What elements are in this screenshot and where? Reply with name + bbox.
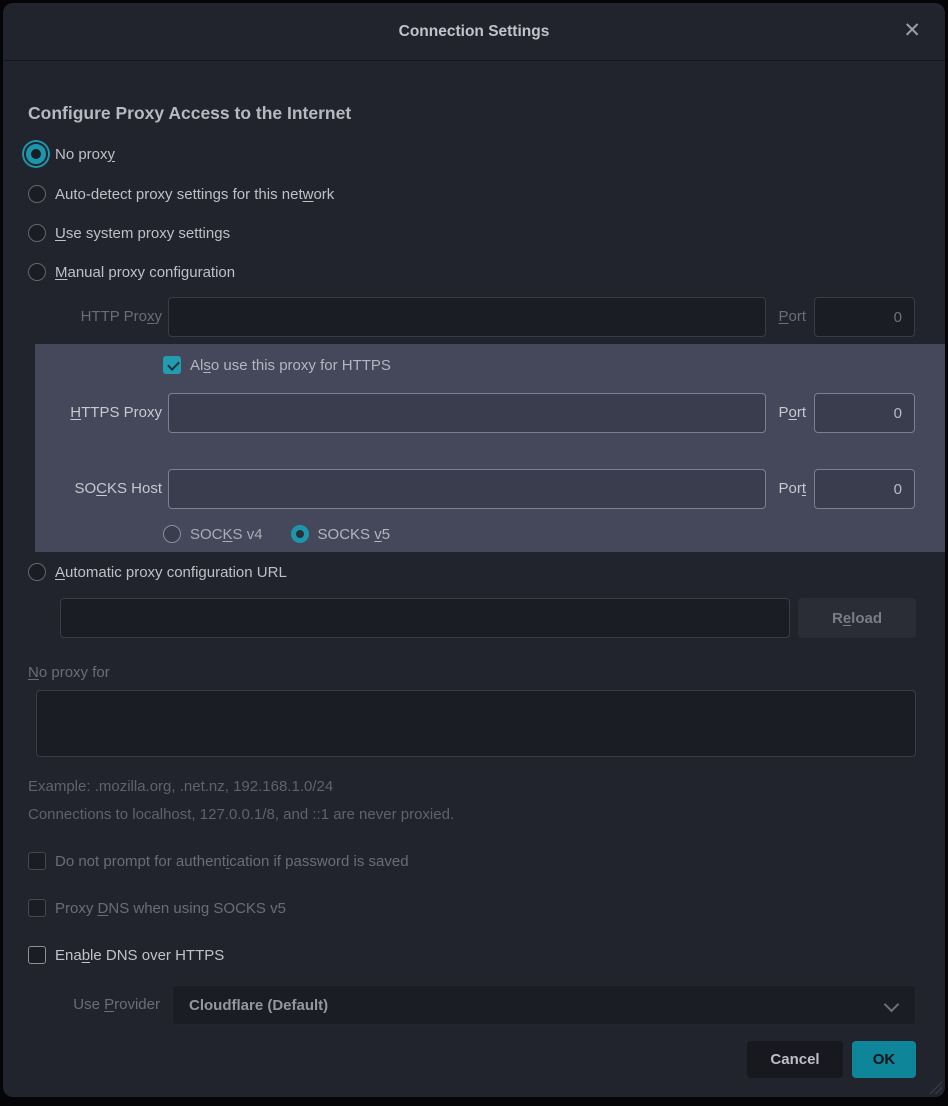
- resize-grip[interactable]: [925, 1077, 942, 1094]
- radio-no-proxy[interactable]: [26, 144, 46, 164]
- radio-row-no-proxy: No proxy: [26, 144, 115, 164]
- close-icon[interactable]: ✕: [899, 3, 925, 60]
- dialog-title: Connection Settings: [3, 3, 945, 60]
- doh-checkbox[interactable]: [28, 946, 46, 964]
- https-port-input[interactable]: [814, 393, 915, 433]
- also-https-row: Also use this proxy for HTTPS: [163, 356, 391, 374]
- socks-host-input[interactable]: [168, 469, 766, 509]
- provider-selected-value: Cloudflare (Default): [189, 997, 328, 1014]
- https-socks-highlight-section: [35, 344, 945, 552]
- radio-row-system: Use system proxy settings: [28, 224, 230, 242]
- radio-manual-proxy-label: Manual proxy configuration: [55, 264, 235, 281]
- reload-button[interactable]: Reload: [798, 598, 916, 638]
- provider-select[interactable]: Cloudflare (Default): [172, 985, 916, 1025]
- socks-host-label: SOCKS Host: [28, 469, 162, 509]
- proxy-dns-label: Proxy DNS when using SOCKS v5: [55, 900, 286, 917]
- http-proxy-label: HTTP Proxy: [28, 297, 162, 337]
- no-prompt-checkbox[interactable]: [28, 852, 46, 870]
- radio-socks-v5-label: SOCKS v5: [318, 526, 391, 543]
- also-https-checkbox[interactable]: [163, 356, 181, 374]
- https-port-label: Port: [766, 393, 806, 433]
- radio-manual-proxy[interactable]: [28, 263, 46, 281]
- http-port-label: Port: [766, 297, 806, 337]
- doh-label: Enable DNS over HTTPS: [55, 947, 224, 964]
- cancel-button[interactable]: Cancel: [747, 1041, 843, 1078]
- radio-no-proxy-label: No proxy: [55, 146, 115, 163]
- radio-system-proxy[interactable]: [28, 224, 46, 242]
- no-proxy-for-textarea[interactable]: [36, 690, 916, 757]
- socks-port-label: Port: [766, 469, 806, 509]
- radio-auto-detect-label: Auto-detect proxy settings for this netw…: [55, 186, 334, 203]
- ok-button[interactable]: OK: [852, 1041, 916, 1078]
- https-proxy-label: HTTPS Proxy: [28, 393, 162, 433]
- http-port-input[interactable]: [814, 297, 915, 337]
- no-prompt-row: Do not prompt for authentication if pass…: [28, 852, 409, 870]
- titlebar: Connection Settings ✕: [3, 3, 945, 61]
- radio-socks-v4-label: SOCKS v4: [190, 526, 263, 543]
- radio-socks-v5[interactable]: [291, 525, 309, 543]
- radio-row-manual: Manual proxy configuration: [28, 263, 235, 281]
- use-provider-label: Use Provider: [28, 985, 160, 1025]
- example-text: Example: .mozilla.org, .net.nz, 192.168.…: [28, 778, 333, 795]
- proxy-dns-checkbox[interactable]: [28, 899, 46, 917]
- auto-url-input[interactable]: [60, 598, 790, 638]
- socks-port-input[interactable]: [814, 469, 915, 509]
- page-title: Configure Proxy Access to the Internet: [28, 103, 351, 124]
- connection-settings-dialog: Connection Settings ✕ Configure Proxy Ac…: [3, 3, 945, 1097]
- chevron-down-icon: [884, 997, 900, 1013]
- socks-version-row: SOCKS v4 SOCKS v5: [163, 525, 390, 543]
- radio-auto-url[interactable]: [28, 563, 46, 581]
- check-icon: [167, 358, 180, 371]
- radio-system-proxy-label: Use system proxy settings: [55, 225, 230, 242]
- radio-row-auto-detect: Auto-detect proxy settings for this netw…: [28, 185, 334, 203]
- radio-socks-v4[interactable]: [163, 525, 181, 543]
- also-https-label: Also use this proxy for HTTPS: [190, 357, 391, 374]
- http-proxy-input[interactable]: [168, 297, 766, 337]
- radio-row-auto-url: Automatic proxy configuration URL: [28, 563, 287, 581]
- proxy-dns-row: Proxy DNS when using SOCKS v5: [28, 899, 286, 917]
- https-proxy-input[interactable]: [168, 393, 766, 433]
- radio-auto-url-label: Automatic proxy configuration URL: [55, 564, 287, 581]
- doh-row: Enable DNS over HTTPS: [28, 946, 224, 964]
- no-prompt-label: Do not prompt for authentication if pass…: [55, 853, 409, 870]
- no-proxy-for-label: No proxy for: [28, 664, 110, 681]
- radio-auto-detect[interactable]: [28, 185, 46, 203]
- localhost-note-text: Connections to localhost, 127.0.0.1/8, a…: [28, 806, 454, 823]
